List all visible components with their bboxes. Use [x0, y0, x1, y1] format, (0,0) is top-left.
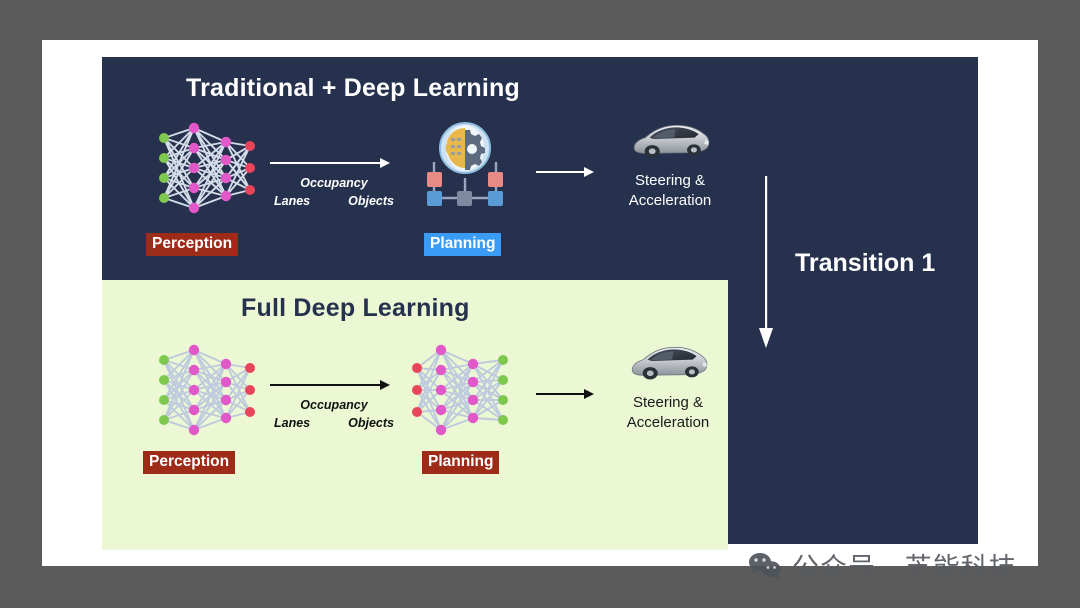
- arrow-shaft: [536, 171, 586, 173]
- arrow-shaft: [270, 162, 382, 164]
- top-arrow-label-lanes: Lanes: [274, 194, 311, 209]
- bottom-perception-tag[interactable]: Perception: [143, 451, 236, 474]
- neural-network-icon: [412, 344, 508, 436]
- arrow-head-icon: [584, 389, 594, 399]
- bottom-section-title: Full Deep Learning: [241, 294, 470, 322]
- top-arrow-label-occupancy: Occupancy: [300, 176, 368, 190]
- down-arrow-icon: [759, 176, 773, 348]
- top-arrow-label-objects: Objects: [348, 194, 394, 209]
- top-labeled-arrow: Occupancy Lanes Objects: [270, 156, 398, 210]
- top-planning-module: [422, 120, 508, 221]
- bottom-arrow-label-lanes: Lanes: [274, 416, 311, 431]
- bottom-arrow-label-objects: Objects: [348, 416, 394, 431]
- sedan-car-icon: [633, 124, 710, 158]
- top-arrow-labels: Occupancy Lanes Objects: [270, 174, 398, 210]
- top-section-title: Traditional + Deep Learning: [186, 74, 520, 102]
- arrow-shaft: [270, 384, 382, 386]
- arrow-shaft: [536, 393, 586, 395]
- arrow-head-icon: [584, 167, 594, 177]
- bottom-pipeline-row: Occupancy Lanes Objects Steering & Accel…: [102, 340, 728, 450]
- transition-label: Transition 1: [795, 249, 936, 277]
- bottom-plain-arrow: [536, 388, 598, 400]
- bottom-output-block: Steering & Acceleration: [598, 340, 738, 432]
- top-planning-tag[interactable]: Planning: [424, 233, 502, 256]
- bottom-labeled-arrow: Occupancy Lanes Objects: [270, 378, 398, 432]
- top-output-block: Steering & Acceleration: [600, 118, 740, 210]
- bottom-output-caption: Steering & Acceleration: [626, 394, 710, 431]
- bottom-arrow-label-occupancy: Occupancy: [300, 398, 368, 412]
- bottom-arrow-labels: Occupancy Lanes Objects: [270, 396, 398, 432]
- top-pipeline-row: Occupancy Lanes Objects Steering & Accel…: [102, 118, 728, 228]
- bottom-planning-network: [407, 344, 517, 436]
- arrow-head-icon: [380, 380, 390, 390]
- watermark-text: 公众号 · 芝能科技: [792, 553, 1017, 584]
- top-perception-network: [150, 122, 260, 214]
- watermark: 公众号 · 芝能科技: [748, 546, 1017, 585]
- arrow-shaft-head: [270, 378, 398, 392]
- brain-gear-network-icon: [427, 122, 503, 206]
- bottom-perception-network: [150, 344, 260, 436]
- neural-network-icon: [159, 344, 255, 436]
- arrow-shaft-head: [270, 156, 398, 170]
- top-perception-tag[interactable]: Perception: [146, 233, 239, 256]
- top-output-caption: Steering & Acceleration: [628, 172, 712, 209]
- neural-network-icon: [159, 122, 255, 214]
- top-plain-arrow: [536, 166, 598, 178]
- bottom-planning-tag[interactable]: Planning: [422, 451, 500, 474]
- sedan-car-icon: [631, 346, 708, 380]
- arrow-head-icon: [380, 158, 390, 168]
- slide-canvas: Traditional + Deep Learning Occupancy La…: [0, 0, 1080, 608]
- wechat-icon: [749, 552, 781, 579]
